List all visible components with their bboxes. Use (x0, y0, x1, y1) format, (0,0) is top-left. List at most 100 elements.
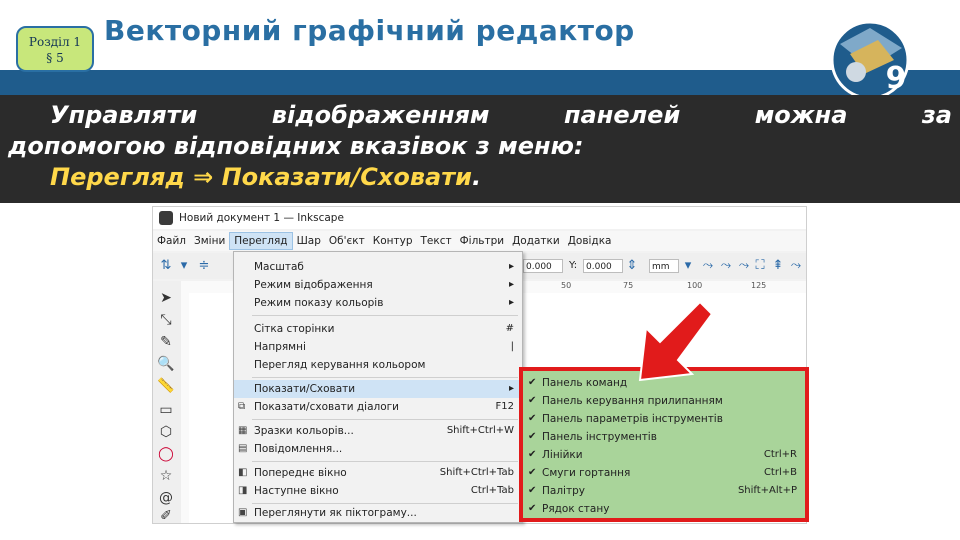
chevron-down-icon[interactable]: ▾ (681, 259, 695, 273)
spiral-tool-icon[interactable]: @ (157, 489, 175, 507)
instruction-word: можна (754, 101, 848, 129)
icon-preview-icon: ▣ (238, 507, 248, 518)
menu-item-label: Режим відображення (254, 279, 373, 291)
snap-page-icon[interactable]: ⛶ (753, 259, 767, 273)
menu-item-label: Режим показу кольорів (254, 297, 384, 309)
menu-item-shortcut: # (505, 323, 514, 334)
view-menu-item-show-hide-dialogs[interactable]: ⧉ Показати/сховати діалоги F12 (234, 398, 522, 416)
view-menu-item-color-managed[interactable]: Перегляд керування кольором (234, 356, 522, 374)
grade-number: 9 (886, 61, 907, 96)
next-window-icon: ◨ (238, 485, 248, 496)
instruction-line-1: Управляти відображенням панелей можна за (8, 100, 952, 131)
snap-grid-icon[interactable]: ⤳ (789, 259, 803, 273)
instruction-word: Управляти (50, 101, 198, 129)
pencil-tool-icon[interactable]: ✐ (157, 507, 175, 525)
instruction-line-3: Перегляд ⇒ Показати/Сховати. (8, 162, 952, 193)
instruction-line-2: допомогою відповідних вказівок з меню: (8, 132, 584, 160)
menu-item-label: Повідомлення... (254, 443, 343, 455)
menu-extensions[interactable]: Додатки (508, 233, 564, 249)
instruction-word: відображенням (271, 101, 490, 129)
view-menu-item-messages[interactable]: ▤ Повідомлення... (234, 440, 522, 458)
star-tool-icon[interactable]: ☆ (157, 467, 175, 485)
menu-item-label: Напрямні (254, 341, 306, 353)
menu-item-label: Сітка сторінки (254, 323, 335, 335)
selector-tool-icon[interactable]: ➤ (157, 289, 175, 307)
menu-path-arrow: ⇒ (193, 163, 214, 191)
snap-path-icon[interactable]: ⤳ (719, 259, 733, 273)
dialog-icon: ⧉ (238, 401, 246, 412)
view-menu-item-icon-preview[interactable]: ▣ Переглянути як піктограму... (234, 504, 522, 522)
tweak-tool-icon[interactable]: ✎ (157, 333, 175, 351)
inkscape-logo-icon (159, 211, 173, 225)
view-menu-item-previous-window[interactable]: ◧ Попереднє вікно Shift+Ctrl+Tab (234, 464, 522, 482)
menu-item-shortcut: | (510, 341, 514, 352)
y-label: Y: (569, 260, 578, 271)
menu-path-view: Перегляд (50, 163, 185, 191)
menu-item-label: Перегляд керування кольором (254, 359, 426, 371)
3d-box-tool-icon[interactable]: ⬡ (157, 423, 175, 441)
menu-item-label: Попереднє вікно (254, 467, 347, 479)
submenu-arrow-icon: ▸ (508, 261, 514, 272)
window-title: Новий документ 1 — Inkscape (179, 212, 344, 224)
section-label: Розділ 1 (28, 35, 82, 49)
view-menu-item-color-display-mode[interactable]: Режим показу кольорів ▸ (234, 294, 522, 312)
menu-object[interactable]: Об'єкт (325, 233, 369, 249)
x-input[interactable]: 0.000 (523, 259, 563, 273)
align-icon[interactable]: ⇅ (159, 259, 173, 273)
view-menu-item-guides[interactable]: Напрямні | (234, 338, 522, 356)
measure-tool-icon[interactable]: 📏 (157, 377, 175, 395)
messages-icon: ▤ (238, 443, 248, 454)
instruction-word: панелей (563, 101, 681, 129)
menu-item-shortcut: Shift+Ctrl+Tab (439, 467, 514, 478)
view-menu-item-zoom[interactable]: Масштаб ▸ (234, 258, 522, 276)
view-menu-item-next-window[interactable]: ◨ Наступне вікно Ctrl+Tab (234, 482, 522, 500)
instruction-word: за (921, 101, 952, 129)
menu-item-shortcut: F12 (495, 401, 514, 412)
menu-separator (252, 461, 518, 462)
snap-nodes-icon[interactable]: ⤳ (701, 259, 715, 273)
toolbox: ➤ ⤡ ✎ 🔍 📏 ▭ ⬡ ◯ ☆ @ ✐ (153, 281, 181, 525)
menu-separator (252, 419, 518, 420)
menu-item-label: Показати/Сховати (254, 383, 356, 395)
menu-path-show-hide: Показати/Сховати (221, 163, 472, 191)
unit-select[interactable]: mm (649, 259, 679, 273)
menu-view[interactable]: Перегляд (229, 232, 293, 250)
menu-item-shortcut: Ctrl+Tab (470, 485, 514, 496)
flip-icon[interactable]: ≑ (197, 259, 211, 273)
menu-separator (252, 315, 518, 316)
menu-text[interactable]: Текст (417, 233, 456, 249)
y-input[interactable]: 0.000 (583, 259, 623, 273)
paragraph-label: § 5 (46, 51, 64, 65)
menu-path-period: . (471, 163, 482, 191)
ruler-number: 75 (623, 281, 634, 290)
menu-file[interactable]: Файл (153, 233, 190, 249)
rectangle-tool-icon[interactable]: ▭ (157, 401, 175, 419)
menu-bar: Файл Зміни Перегляд Шар Об'єкт Контур Те… (153, 231, 806, 251)
menu-edit[interactable]: Зміни (190, 233, 229, 249)
view-menu-item-page-grid[interactable]: Сітка сторінки # (234, 320, 522, 338)
menu-item-label: Зразки кольорів... (254, 425, 354, 437)
menu-filters[interactable]: Фільтри (456, 233, 508, 249)
red-arrow-icon (638, 300, 714, 382)
snap-bbox-icon[interactable]: ⤳ (737, 259, 751, 273)
chevron-down-icon[interactable]: ▾ (177, 259, 191, 273)
view-menu-item-display-mode[interactable]: Режим відображення ▸ (234, 276, 522, 294)
submenu-arrow-icon: ▸ (508, 383, 514, 394)
menu-help[interactable]: Довідка (564, 233, 616, 249)
menu-item-shortcut: Shift+Ctrl+W (446, 425, 514, 436)
highlight-frame (519, 367, 809, 522)
snap-enable-icon[interactable]: ⇞ (771, 259, 785, 273)
menu-item-label: Наступне вікно (254, 485, 339, 497)
menu-path[interactable]: Контур (369, 233, 417, 249)
view-menu-item-swatches[interactable]: ▦ Зразки кольорів... Shift+Ctrl+W (234, 422, 522, 440)
ellipse-tool-icon[interactable]: ◯ (157, 445, 175, 463)
node-tool-icon[interactable]: ⤡ (157, 311, 175, 329)
zoom-tool-icon[interactable]: 🔍 (157, 355, 175, 373)
menu-separator (252, 377, 518, 378)
stepper-icon[interactable]: ⇕ (625, 259, 639, 273)
slide-title: Векторний графічний редактор (104, 14, 635, 47)
menu-layer[interactable]: Шар (293, 233, 325, 249)
swatches-icon: ▦ (238, 425, 248, 436)
view-menu-item-show-hide[interactable]: Показати/Сховати ▸ (234, 380, 522, 398)
submenu-arrow-icon: ▸ (508, 297, 514, 308)
